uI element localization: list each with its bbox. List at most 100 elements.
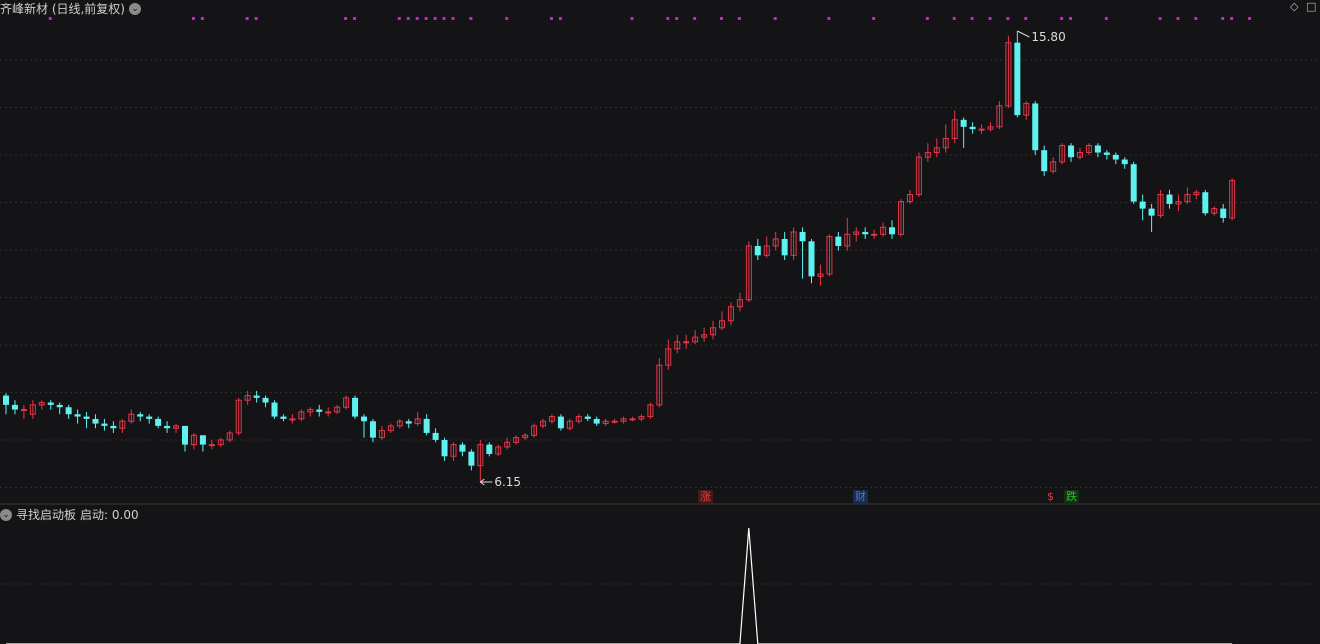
candle-body-down	[754, 245, 761, 256]
signal-dot	[1194, 17, 1198, 20]
signal-dot	[1006, 17, 1010, 20]
indicator-title: 寻找启动板	[16, 508, 77, 522]
signal-dot	[433, 17, 437, 20]
signal-dot	[191, 17, 195, 20]
candle-body-up	[20, 409, 27, 412]
candle-body-down	[271, 402, 278, 417]
signal-dot	[1069, 17, 1073, 20]
signal-dot	[469, 17, 473, 20]
signal-dot	[737, 17, 741, 20]
chevron-down-icon[interactable]: ⌄	[0, 508, 12, 521]
signal-dot	[1176, 17, 1180, 20]
main-panel-title: 齐峰新材 (日线,前复权)	[0, 2, 125, 16]
signal-dot	[675, 17, 679, 20]
candle-body-up	[325, 411, 332, 414]
signal-dot	[630, 17, 634, 20]
candle-body-down	[486, 444, 493, 454]
candle-body-down	[65, 407, 72, 415]
candle-body-down	[361, 416, 367, 422]
signal-dot	[451, 17, 455, 20]
candle-body-down	[1112, 154, 1119, 160]
window-icon[interactable]: □	[1306, 0, 1316, 13]
candle-body-down	[1041, 150, 1048, 172]
candle-body-down	[1130, 164, 1137, 202]
event-tag-rise[interactable]: 涨	[698, 490, 713, 504]
signal-dot	[1230, 17, 1234, 20]
candle-body-up	[871, 233, 878, 236]
main-panel-header: 齐峰新材 (日线,前复权) ⌄	[0, 0, 141, 17]
candle-body-down	[74, 414, 81, 417]
candle-body-down	[557, 416, 564, 429]
event-tag-finance[interactable]: 财	[853, 490, 868, 504]
candle-body-down	[593, 418, 600, 424]
candle-body-down	[1068, 145, 1075, 158]
event-tag-dollar[interactable]: $	[1045, 490, 1056, 504]
candle-body-down	[835, 236, 842, 246]
candle-body-down	[584, 416, 591, 419]
candle-body-down	[405, 421, 412, 424]
signal-dot	[1221, 17, 1225, 20]
signal-dot	[558, 17, 562, 20]
signal-dot	[773, 17, 777, 20]
signal-dot	[549, 17, 553, 20]
candle-body-up	[629, 418, 636, 421]
signal-dot	[970, 17, 974, 20]
indicator-panel-header: ⌄ 寻找启动板 启动: 0.00	[0, 506, 139, 523]
candle-body-up	[208, 444, 215, 447]
signal-dot	[693, 17, 697, 20]
candle-body-down	[47, 402, 54, 405]
candle-body-down	[441, 439, 448, 457]
signal-dot	[254, 17, 258, 20]
candle-body-down	[862, 231, 869, 235]
candle-body-down	[92, 418, 99, 424]
indicator-line	[6, 527, 1233, 644]
candle-body-down	[110, 425, 117, 429]
candle-body-down	[1014, 42, 1021, 116]
event-tag-fall[interactable]: 跌	[1064, 490, 1079, 504]
signal-dot	[406, 17, 410, 20]
signal-dot	[1248, 17, 1252, 20]
signal-dot	[1158, 17, 1162, 20]
signal-dot	[505, 17, 509, 20]
candle-body-down	[352, 397, 359, 417]
candle-body-down	[182, 425, 188, 445]
signal-dot	[925, 17, 929, 20]
signal-dot	[415, 17, 419, 20]
candle-body-down	[101, 423, 108, 426]
candle-body-down	[1121, 159, 1128, 165]
candle-body-down	[1166, 194, 1173, 204]
candle-body-down	[808, 241, 815, 277]
candle-body-down	[155, 418, 162, 426]
signal-dot	[344, 17, 348, 20]
candle-body-down	[83, 416, 90, 419]
candle-body-down	[369, 421, 376, 438]
candle-body-down	[468, 451, 475, 466]
signal-dot	[952, 17, 956, 20]
candle-body-up	[683, 341, 690, 344]
signal-dot	[397, 17, 401, 20]
candle-body-down	[1032, 103, 1039, 151]
candle-body-down	[1094, 145, 1101, 153]
signal-dot	[666, 17, 670, 20]
candle-body-down	[423, 418, 430, 433]
candle-body-down	[280, 416, 287, 419]
candle-body-down	[1220, 208, 1227, 218]
candle-body-down	[316, 409, 323, 412]
signal-dot	[827, 17, 831, 20]
candle-body-down	[1103, 152, 1110, 155]
indicator-value: 启动: 0.00	[80, 508, 139, 522]
low-price-label: 6.15	[494, 475, 521, 489]
signal-dot	[424, 17, 428, 20]
diamond-icon[interactable]: ◇	[1290, 0, 1298, 13]
signal-dot	[442, 17, 446, 20]
candle-body-down	[459, 444, 466, 452]
signal-dot	[1060, 17, 1064, 20]
high-price-label: 15.80	[1031, 30, 1065, 44]
candle-body-down	[781, 238, 788, 256]
kline-chart[interactable]: 15.80 6.15	[0, 0, 1320, 644]
candle-body-down	[799, 231, 806, 242]
chevron-down-icon[interactable]: ⌄	[129, 2, 141, 15]
signal-dot	[1024, 17, 1028, 20]
candle-body-up	[289, 418, 296, 421]
signal-dot	[872, 17, 876, 20]
